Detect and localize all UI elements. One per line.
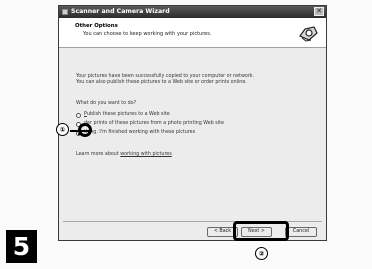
option-nothing-label: thing. I'm finished working with these p… (84, 130, 196, 135)
app-icon (62, 9, 68, 15)
radio-publish[interactable] (76, 113, 81, 118)
question-label: What do you want to do? (76, 101, 137, 106)
close-icon[interactable]: ✕ (314, 7, 324, 16)
callout-target-1 (78, 123, 92, 137)
callout-marker-1: ① (56, 123, 69, 136)
callout-marker-2: ② (255, 247, 268, 260)
manual-page: Scanner and Camera Wizard ✕ Other Option… (0, 0, 372, 269)
camera-icon (297, 22, 319, 44)
page-subtitle: You can choose to keep working with your… (83, 31, 212, 37)
cancel-button[interactable]: Cancel (285, 227, 317, 237)
window-title: Scanner and Camera Wizard (71, 8, 170, 15)
wizard-header: Other Options You can choose to keep wor… (59, 18, 326, 48)
intro-text-line2: You can also publish these pictures to a… (76, 80, 247, 85)
learn-more-link[interactable]: working with pictures (120, 152, 172, 157)
learn-more: Learn more about working with pictures (76, 152, 172, 157)
option-publish-label: Publish these pictures to a Web site (84, 112, 170, 117)
wizard-window: Scanner and Camera Wizard ✕ Other Option… (58, 5, 327, 241)
option-order-prints-label: der prints of these pictures from a phot… (84, 121, 224, 126)
next-button-highlight (233, 221, 289, 241)
page-title: Other Options (75, 23, 118, 29)
title-bar: Scanner and Camera Wizard ✕ (59, 6, 326, 18)
step-number-badge: 5 (6, 230, 37, 263)
